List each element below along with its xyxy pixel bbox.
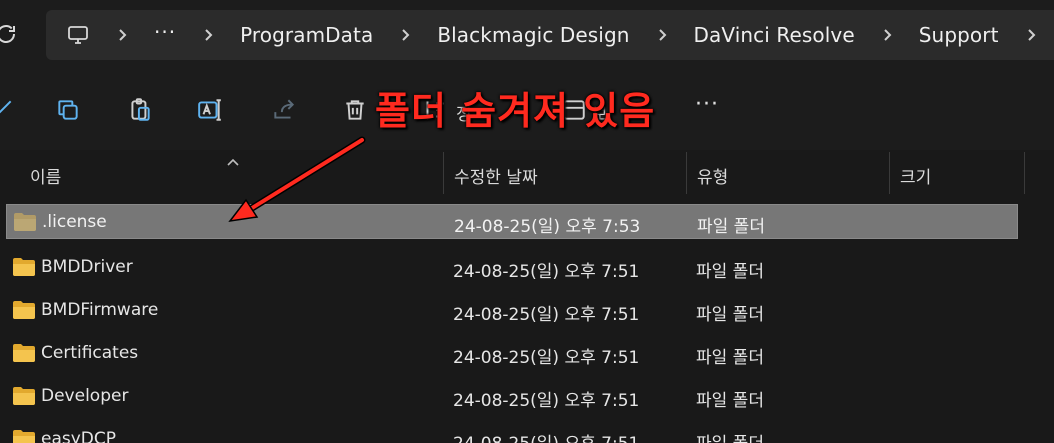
file-name: .license [42, 212, 107, 232]
file-explorer-window: ··· ProgramData Blackmagic Design DaVinc… [0, 0, 1054, 443]
breadcrumb-programdata[interactable]: ProgramData [240, 23, 373, 47]
folder-icon [13, 258, 35, 276]
table-row[interactable]: .license 24-08-25(일) 오후 7:53 파일 폴더 [6, 204, 1018, 239]
column-modified[interactable]: 수정한 날짜 [454, 163, 538, 188]
copy-icon[interactable] [54, 96, 82, 124]
folder-icon [13, 301, 35, 319]
cut-icon[interactable] [0, 96, 16, 124]
sort-ascending-icon [226, 152, 240, 166]
file-name: easyDCP [41, 429, 117, 443]
table-row[interactable]: Certificates 24-08-25(일) 오후 7:51 파일 폴더 [6, 336, 1018, 371]
column-header: 이름 수정한 날짜 유형 크기 [0, 152, 1054, 194]
file-name: BMDFirmware [41, 300, 159, 320]
chevron-right-icon[interactable] [881, 28, 895, 42]
file-type: 파일 폴더 [696, 305, 764, 325]
file-type: 파일 폴더 [696, 262, 764, 282]
table-row[interactable]: easyDCP 24-08-25(일) 오후 7:51 파일 폴더 [6, 422, 1018, 443]
column-divider[interactable] [889, 152, 890, 194]
folder-icon [13, 430, 35, 443]
column-size[interactable]: 크기 [900, 163, 931, 188]
annotation-text: 폴더 숨겨져 있음 [375, 89, 656, 133]
chevron-right-icon[interactable] [399, 28, 413, 42]
folder-icon [13, 344, 35, 362]
table-row[interactable]: Developer 24-08-25(일) 오후 7:51 파일 폴더 [6, 379, 1018, 414]
file-modified: 24-08-25(일) 오후 7:51 [453, 348, 640, 368]
chevron-right-icon[interactable] [1025, 28, 1039, 42]
file-name: Developer [41, 386, 129, 406]
breadcrumb-support[interactable]: Support [919, 23, 999, 47]
computer-icon[interactable] [66, 22, 90, 48]
chevron-right-icon[interactable] [656, 28, 670, 42]
file-modified: 24-08-25(일) 오후 7:51 [453, 429, 639, 443]
address-bar[interactable]: ··· ProgramData Blackmagic Design DaVinc… [46, 10, 1054, 60]
more-options-icon[interactable]: ··· [695, 92, 719, 117]
breadcrumb-overflow[interactable]: ··· [154, 20, 176, 44]
breadcrumb-blackmagic-design[interactable]: Blackmagic Design [437, 23, 629, 47]
file-type: 파일 폴더 [696, 348, 764, 368]
file-name: BMDDriver [41, 257, 133, 277]
file-list: .license 24-08-25(일) 오후 7:53 파일 폴더 BMDDr… [0, 194, 1054, 443]
chevron-right-icon[interactable] [202, 28, 216, 42]
folder-icon [14, 213, 36, 231]
rename-icon[interactable] [196, 96, 224, 124]
breadcrumb-davinci-resolve[interactable]: DaVinci Resolve [694, 23, 855, 47]
file-name: Certificates [41, 343, 139, 363]
address-row: ··· ProgramData Blackmagic Design DaVinc… [0, 0, 1054, 70]
column-name[interactable]: 이름 [30, 163, 61, 188]
column-type[interactable]: 유형 [697, 163, 728, 188]
file-modified: 24-08-25(일) 오후 7:51 [453, 262, 640, 282]
paste-icon[interactable] [126, 96, 154, 124]
share-icon [270, 96, 298, 124]
column-divider[interactable] [1024, 152, 1025, 194]
file-modified: 24-08-25(일) 오후 7:53 [454, 217, 641, 237]
column-divider[interactable] [686, 152, 687, 194]
delete-icon[interactable] [341, 96, 369, 124]
file-type: 파일 폴더 [696, 429, 764, 443]
table-row[interactable]: BMDDriver 24-08-25(일) 오후 7:51 파일 폴더 [6, 250, 1018, 285]
table-row[interactable]: BMDFirmware 24-08-25(일) 오후 7:51 파일 폴더 [6, 293, 1018, 328]
file-modified: 24-08-25(일) 오후 7:51 [453, 305, 640, 325]
file-modified: 24-08-25(일) 오후 7:51 [453, 391, 640, 411]
refresh-icon[interactable] [0, 22, 18, 46]
folder-icon [13, 387, 35, 405]
file-type: 파일 폴더 [696, 391, 764, 411]
column-divider[interactable] [443, 152, 444, 194]
chevron-right-icon[interactable] [116, 28, 130, 42]
file-type: 파일 폴더 [697, 217, 765, 237]
